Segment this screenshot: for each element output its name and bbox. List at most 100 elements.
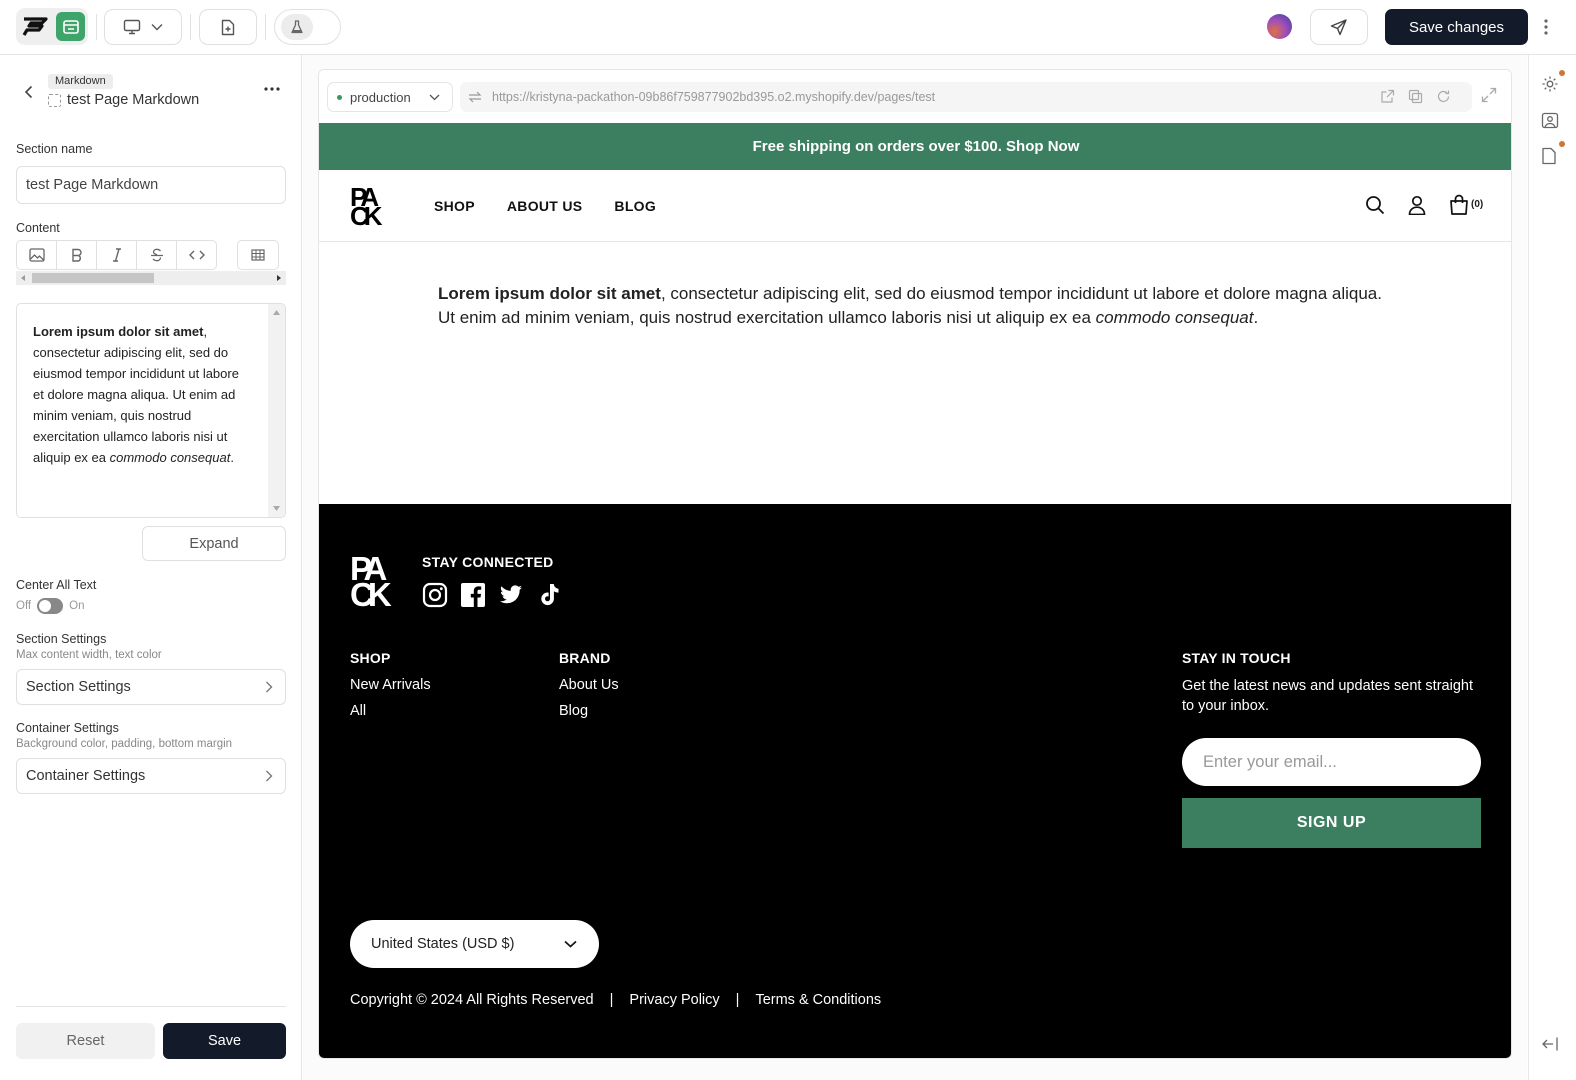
markdown-content: Lorem ipsum dolor sit amet, consectetur …: [438, 282, 1398, 330]
scroll-thumb[interactable]: [32, 273, 154, 283]
legal-links: Copyright © 2024 All Rights Reserved | P…: [350, 992, 881, 1008]
add-page-button[interactable]: [199, 9, 257, 45]
editor-bold-text: Lorem ipsum dolor sit amet: [33, 324, 204, 339]
social-links: [422, 582, 562, 608]
media-icon[interactable]: [1541, 112, 1559, 129]
footer-link-blog[interactable]: Blog: [559, 703, 619, 719]
center-text-label: Center All Text: [16, 578, 97, 592]
table-icon[interactable]: [237, 240, 279, 270]
device-selector[interactable]: [104, 9, 182, 45]
currency-label: United States (USD $): [371, 936, 515, 952]
settings-gear-icon[interactable]: [1541, 75, 1559, 93]
editor-end: .: [230, 450, 234, 465]
section-settings-label: Section Settings: [16, 632, 107, 646]
insert-image-icon[interactable]: [16, 240, 57, 270]
section-icon: [48, 93, 61, 107]
container-settings-button[interactable]: Container Settings: [16, 758, 286, 794]
section-settings-sub: Max content width, text color: [16, 649, 162, 661]
publish-button[interactable]: [1310, 9, 1368, 45]
footer-link-all[interactable]: All: [350, 703, 431, 719]
preview-url-bar: production https://kristyna-packathon-09…: [319, 70, 1511, 123]
footer-shop-column: SHOP New Arrivals All: [350, 650, 431, 729]
store-icon[interactable]: [56, 12, 85, 41]
bold-icon[interactable]: [56, 240, 97, 270]
environment-select[interactable]: production: [327, 82, 453, 112]
toolbar-scrollbar[interactable]: [16, 271, 286, 285]
open-external-icon[interactable]: [1380, 89, 1395, 104]
footer-logo[interactable]: PA CK: [350, 552, 400, 608]
save-changes-button[interactable]: Save changes: [1385, 9, 1528, 45]
cart-icon[interactable]: [1449, 194, 1469, 215]
signup-button[interactable]: SIGN UP: [1182, 798, 1481, 848]
format-toolbar: [16, 240, 217, 270]
collapse-panel-icon[interactable]: [1541, 1036, 1559, 1052]
status-dot: [337, 94, 342, 100]
notification-dot: [1559, 141, 1565, 147]
email-input[interactable]: Enter your email...: [1182, 738, 1481, 786]
section-settings-button-label: Section Settings: [26, 679, 131, 695]
nav-about[interactable]: ABOUT US: [507, 198, 583, 214]
chevron-down-icon: [151, 23, 163, 31]
chevron-down-icon: [564, 940, 577, 948]
strikethrough-icon[interactable]: [136, 240, 177, 270]
code-icon[interactable]: [176, 240, 217, 270]
svg-text:CK: CK: [350, 201, 383, 226]
chevron-right-icon: [265, 681, 273, 693]
account-icon[interactable]: [1407, 195, 1427, 215]
toggle-off-label: Off: [16, 600, 32, 612]
duplicate-icon[interactable]: [1408, 89, 1423, 104]
footer-brand-heading: BRAND: [559, 650, 611, 666]
footer-brand-column: BRAND About Us Blog: [559, 650, 619, 729]
divider: [16, 1006, 286, 1007]
content-label: Content: [16, 221, 60, 235]
expand-button[interactable]: Expand: [142, 526, 286, 561]
search-icon[interactable]: [1365, 195, 1385, 215]
terms-link[interactable]: Terms & Conditions: [755, 992, 881, 1008]
tiktok-icon[interactable]: [536, 582, 562, 608]
section-editor-panel: Markdown test Page Markdown Section name…: [0, 55, 302, 1080]
divider: [265, 14, 266, 40]
avatar[interactable]: [1267, 14, 1292, 39]
editor-scrollbar[interactable]: [268, 304, 285, 517]
preview-canvas: production https://kristyna-packathon-09…: [303, 55, 1527, 1080]
announcement-banner[interactable]: Free shipping on orders over $100. Shop …: [319, 123, 1511, 170]
newsletter-text: Get the latest news and updates sent str…: [1182, 678, 1473, 714]
privacy-policy-link[interactable]: Privacy Policy: [629, 992, 719, 1008]
stay-connected-heading: STAY CONNECTED: [422, 554, 554, 570]
legal-divider: |: [735, 992, 740, 1008]
experiments-toggle[interactable]: [274, 9, 341, 45]
section-name-input[interactable]: test Page Markdown: [16, 166, 286, 204]
more-options-icon[interactable]: [262, 83, 282, 95]
italic-icon[interactable]: [96, 240, 137, 270]
markdown-editor[interactable]: Lorem ipsum dolor sit amet, consectetur …: [16, 303, 286, 518]
currency-select[interactable]: United States (USD $): [350, 920, 599, 968]
fullscreen-icon[interactable]: [1481, 87, 1497, 103]
save-button[interactable]: Save: [163, 1023, 286, 1059]
section-settings-button[interactable]: Section Settings: [16, 669, 286, 705]
content-end: .: [1253, 308, 1259, 327]
refresh-icon[interactable]: [1436, 89, 1451, 104]
store-logo[interactable]: PA CK: [350, 184, 390, 226]
page-icon[interactable]: [1541, 147, 1557, 165]
nav-blog[interactable]: BLOG: [614, 198, 656, 214]
editor-plain-text: , consectetur adipiscing elit, sed do ei…: [33, 324, 239, 465]
legal-divider: |: [609, 992, 614, 1008]
logo-icon[interactable]: [20, 12, 50, 41]
facebook-icon[interactable]: [460, 582, 486, 608]
nav-shop[interactable]: SHOP: [434, 198, 475, 214]
footer-link-new-arrivals[interactable]: New Arrivals: [350, 677, 431, 693]
swap-icon[interactable]: [468, 91, 482, 103]
footer-link-about[interactable]: About Us: [559, 677, 619, 693]
editor-text[interactable]: Lorem ipsum dolor sit amet, consectetur …: [33, 321, 248, 468]
reset-button[interactable]: Reset: [16, 1023, 155, 1059]
back-arrow-icon[interactable]: [20, 83, 38, 101]
chevron-down-icon: [429, 94, 440, 101]
center-text-toggle[interactable]: [37, 598, 64, 614]
content-italic: commodo consequat: [1095, 308, 1254, 327]
instagram-icon[interactable]: [422, 582, 448, 608]
url-field[interactable]: https://kristyna-packathon-09b86f7598779…: [460, 82, 1472, 112]
more-icon[interactable]: [1537, 14, 1555, 40]
chevron-right-icon: [265, 770, 273, 782]
content-bold: Lorem ipsum dolor sit amet: [438, 284, 661, 303]
twitter-icon[interactable]: [498, 582, 524, 608]
